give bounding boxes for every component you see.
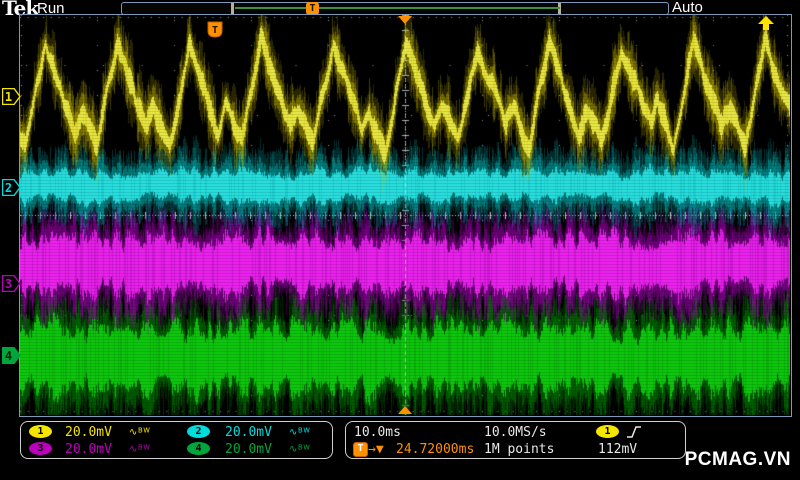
record-waveform-preview [235,7,560,9]
timebase-readout: 10.0ms [354,425,401,440]
channel-4-scale: 20.0mV [225,442,272,457]
watermark: PCMAG.VN [684,449,791,470]
channel-2-badge: 2 [187,425,210,438]
channel-2-coupling-bw-icon: ∿ᴮᵂ [289,427,311,438]
rising-edge-icon [627,426,641,438]
channel-2-scale: 20.0mV [225,425,272,440]
svg-text:T: T [212,25,218,36]
trigger-source-badge: 1 [596,425,619,438]
channel-3-position-marker: 3 [2,275,21,292]
trigger-level-readout: 112mV [598,442,638,457]
svg-text:3: 3 [5,277,12,291]
record-window-bracket-left [231,3,234,14]
waveform-display [20,15,790,415]
expansion-point-top-icon [398,16,412,24]
channel-3-badge: 3 [29,442,52,455]
channel-4-coupling-bw-icon: ∿ᴮᵂ [289,444,311,455]
channel-4-badge: 4 [187,442,210,455]
trigger-level-offscreen-arrow-icon [758,16,774,30]
channel-3-scale: 20.0mV [65,442,112,457]
channel-1-position-marker: 1 [2,88,21,105]
oscilloscope-screen: Tek Run Auto T T 1 2 3 4 1 20.0mV ∿ᴮᵂ 2 … [0,0,800,480]
channel-3-coupling-bw-icon: ∿ᴮᵂ [129,444,151,455]
expansion-point-bottom-icon [398,406,412,414]
svg-text:2: 2 [5,181,12,195]
channel-1-scale: 20.0mV [65,425,112,440]
trigger-point-flag-icon: T [207,21,223,38]
channel-2-position-marker: 2 [2,179,21,196]
record-length-readout: 1M points [484,442,555,457]
channel-readout-box: 1 20.0mV ∿ᴮᵂ 2 20.0mV ∿ᴮᵂ 3 20.0mV ∿ᴮᵂ 4… [20,421,333,459]
trigger-delay-arrows: →▼ [368,442,384,457]
svg-text:4: 4 [5,349,12,363]
horizontal-trigger-readout-box: 10.0ms 10.0MS/s 1 T →▼ 24.72000ms 1M poi… [345,421,686,459]
trigger-delay-readout: 24.72000ms [396,442,475,457]
channel-4-position-marker: 4 [2,347,21,364]
channel-1-badge: 1 [29,425,52,438]
trigger-delay-icon: T [353,442,368,457]
channel-1-coupling-bw-icon: ∿ᴮᵂ [129,427,151,438]
svg-text:1: 1 [5,90,12,104]
sample-rate-readout: 10.0MS/s [484,425,547,440]
